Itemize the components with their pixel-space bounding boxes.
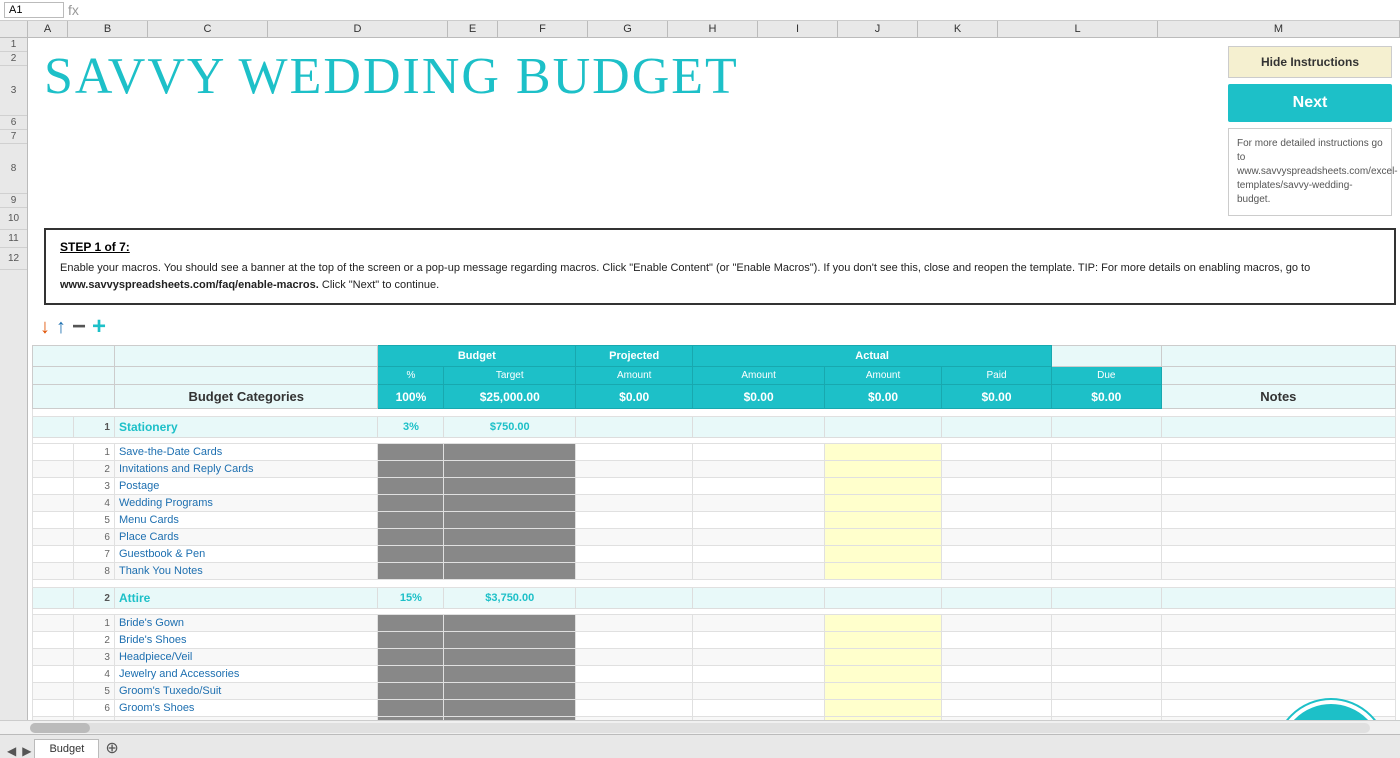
hide-instructions-button[interactable]: Hide Instructions [1228,46,1392,78]
app-title: SAVVY WEDDING BUDGET [28,40,1220,109]
formula-bar: A1 fx [0,0,1400,21]
table-header-main: Budget Projected Actual [33,346,1396,367]
sheet-area: 1 2 3 6 7 8 9 10 11 12 SAVVY WEDDING BUD… [0,38,1400,720]
formula-separator: fx [68,2,79,18]
tab-nav-left[interactable]: ◀ [4,744,19,758]
col-header-f[interactable]: F [498,21,588,37]
instructions-main-text: Enable your macros. You should see a ban… [60,262,1310,274]
instructions-text: Enable your macros. You should see a ban… [60,260,1380,293]
minus-button[interactable]: − [72,313,86,341]
row-10: 10 [0,208,27,230]
total-target: $25,000.00 [444,385,576,409]
list-item: 1 Save-the-Date Cards [33,444,1396,461]
main-content: SAVVY WEDDING BUDGET Hide Instructions N… [28,38,1400,720]
list-item: 6 Place Cards [33,529,1396,546]
list-item: 7 Guestbook & Pen [33,546,1396,563]
spacer-row-24 [33,580,1396,588]
instructions-step: STEP 1 of 7: [60,240,1380,254]
col-header-b[interactable]: B [68,21,148,37]
actual-header: Actual [693,346,1052,367]
total-amount: $0.00 [576,385,693,409]
col-header-row [0,21,28,37]
category-attire-header: 2 Attire 15% $3,750.00 [33,588,1396,609]
paid-header: Paid [942,367,1052,385]
add-tab-button[interactable]: ⊕ [99,738,124,758]
row-3-5: 3 [0,66,27,116]
col-header-l[interactable]: L [998,21,1158,37]
instructions-url: www.savvyspreadsheets.com/faq/enable-mac… [60,279,319,291]
col-header-h[interactable]: H [668,21,758,37]
row-9: 9 [0,194,27,208]
table-totals-row: Budget Categories 100% $25,000.00 $0.00 … [33,385,1396,409]
col-header-e[interactable]: E [448,21,498,37]
title-area: SAVVY WEDDING BUDGET [28,40,1220,222]
actual-amount-header: Amount [825,367,942,385]
budget-table: Budget Projected Actual % Target Amount … [32,345,1396,720]
instructions-box: STEP 1 of 7: Enable your macros. You sho… [44,228,1396,305]
more-info-box: For more detailed instructions go to www… [1228,128,1392,216]
table-header-sub: % Target Amount Amount Amount Paid Due [33,367,1396,385]
app-container: A1 fx A B C D E F G H I J K L M 1 2 3 6 … [0,0,1400,758]
col-header-i[interactable]: I [758,21,838,37]
target-header: Target [444,367,576,385]
arrow-up-button[interactable]: ↑ [56,316,66,339]
list-item: 7 Alterations [33,717,1396,721]
instructions-text2: Click "Next" to continue. [322,279,439,291]
amount-header: Amount [576,367,693,385]
nav-arrows: ↓ ↑ − + [32,309,114,345]
budget-categories-label: Budget Categories [114,385,378,409]
list-item: 4 Jewelry and Accessories [33,666,1396,683]
row-numbers: 1 2 3 6 7 8 9 10 11 12 [0,38,28,720]
col-headers: A B C D E F G H I J K L M [0,21,1400,38]
projected-header: Projected [576,346,693,367]
list-item: 5 Menu Cards [33,512,1396,529]
plus-button[interactable]: + [92,313,106,341]
row-1: 1 [0,38,27,52]
list-item: 5 Groom's Tuxedo/Suit [33,683,1396,700]
pct-header: % [378,367,444,385]
col-header-a[interactable]: A [28,21,68,37]
category-stationery-header: 1 Stationery 3% $750.00 [33,417,1396,438]
notes-label: Notes [1161,385,1395,409]
list-item: 1 Bride's Gown [33,615,1396,632]
row-12: 12 [0,248,27,270]
scrollbar-area[interactable] [0,720,1400,734]
due-header: Due [1051,367,1161,385]
total-projected: $0.00 [693,385,825,409]
total-due: $0.00 [1051,385,1161,409]
spacer-row-13 [33,409,1396,417]
tab-nav-right[interactable]: ▶ [19,744,34,758]
col-header-g[interactable]: G [588,21,668,37]
total-pct: 100% [378,385,444,409]
col-header-m[interactable]: M [1158,21,1400,37]
formula-input[interactable] [83,4,1396,16]
tab-budget[interactable]: Budget [34,739,99,758]
budget-header: Budget [378,346,576,367]
row-7: 7 [0,130,27,144]
row-6: 6 [0,116,27,130]
tab-bar: ◀ ▶ Budget ⊕ [0,734,1400,758]
col-header-d[interactable]: D [268,21,448,37]
list-item: 4 Wedding Programs [33,495,1396,512]
row-2: 2 [0,52,27,66]
next-button[interactable]: Next [1228,84,1392,122]
list-item: 8 Thank You Notes [33,563,1396,580]
list-item: 6 Groom's Shoes [33,700,1396,717]
arrow-down-button[interactable]: ↓ [40,316,50,339]
col-header-c[interactable]: C [148,21,268,37]
list-item: 2 Invitations and Reply Cards [33,461,1396,478]
col-header-k[interactable]: K [918,21,998,37]
name-box[interactable]: A1 [4,2,64,18]
row-8: 8 [0,144,27,194]
total-actual-amount: $0.00 [825,385,942,409]
col-header-j[interactable]: J [838,21,918,37]
list-item: 3 Headpiece/Veil [33,649,1396,666]
projected-amount-header: Amount [693,367,825,385]
row-11: 11 [0,230,27,248]
total-paid: $0.00 [942,385,1052,409]
list-item: 2 Bride's Shoes [33,632,1396,649]
notes-header-top [1161,346,1395,367]
list-item: 3 Postage [33,478,1396,495]
